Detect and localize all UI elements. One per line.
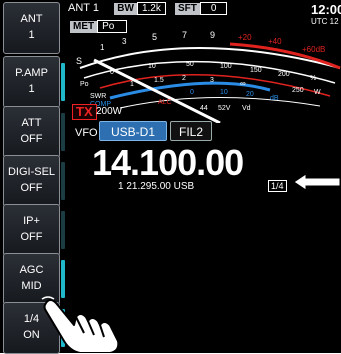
clock-time: 12:00 — [311, 2, 341, 17]
ant-label: ANT — [20, 13, 43, 25]
antenna-status: ANT 1 — [68, 2, 99, 14]
preamp-label: P.AMP — [15, 67, 48, 79]
s-scale-7: 7 — [182, 30, 187, 40]
digi-sel-indicator — [61, 162, 65, 200]
digi-sel-label: DIGI-SEL — [7, 166, 56, 178]
s-scale-1: 1 — [100, 43, 105, 52]
vfo-label: VFO — [75, 127, 98, 139]
comp-scale-db: dB — [270, 95, 279, 102]
swr-scale-infinity: ∞ — [240, 79, 246, 88]
ip-plus-button[interactable]: IP+ OFF — [3, 204, 65, 256]
comp-scale-10: 10 — [220, 89, 228, 96]
digi-sel-button[interactable]: DIGI-SEL OFF — [3, 155, 65, 207]
vd-scale-w: W — [314, 89, 321, 96]
status-row: ANT 1 BW 1.2k SFT 0 — [68, 2, 228, 15]
vd-scale-250: 250 — [292, 87, 304, 94]
bw-tag: BW — [114, 3, 137, 15]
po-scale-100: 100 — [220, 63, 232, 70]
clock-zone: UTC 12 — [311, 17, 339, 26]
po-scale-percent: % — [310, 75, 316, 82]
quarter-indicator-label: 1/4 — [268, 180, 287, 192]
vd-extra-52v: 52V — [218, 105, 231, 112]
comp-scale-0: 0 — [190, 89, 194, 96]
preamp-indicator — [61, 63, 65, 101]
agc-value: MID — [21, 280, 42, 292]
po-scale-200: 200 — [278, 71, 290, 78]
swr-scale-1: 1 — [130, 81, 134, 88]
s-scale-plus60: +60dB — [302, 45, 325, 54]
po-scale-50: 50 — [186, 61, 194, 68]
po-scale-0: 0 — [110, 69, 114, 76]
s-scale-plus40: +40 — [268, 37, 282, 46]
s-scale-label: S — [76, 56, 82, 66]
digi-sel-value: OFF — [20, 182, 43, 194]
preamp-value: 1 — [28, 83, 35, 95]
agc-indicator — [61, 260, 65, 298]
att-indicator — [61, 113, 65, 151]
filter-button[interactable]: FIL2 — [170, 121, 212, 141]
ip-plus-value: OFF — [20, 231, 43, 243]
agc-label: AGC — [19, 264, 44, 276]
preamp-button[interactable]: P.AMP 1 — [3, 56, 65, 108]
swr-scale-3: 3 — [210, 77, 214, 84]
sub-frequency: 1 21.295.00 USB — [118, 181, 195, 192]
swr-scale-2: 2 — [182, 75, 186, 82]
tx-indicator: TX — [72, 104, 97, 120]
mode-button[interactable]: USB-D1 — [99, 121, 167, 141]
s-scale-3: 3 — [122, 37, 127, 46]
ant-value: 1 — [28, 29, 35, 41]
s-scale-5: 5 — [152, 32, 157, 42]
s-scale-9: 9 — [210, 30, 215, 40]
comp-scale-20: 20 — [246, 91, 254, 98]
vd-label: Vd — [242, 105, 251, 112]
alc-label: ALC — [158, 99, 172, 106]
vd-extra-44: 44 — [200, 105, 208, 112]
swr-scale-1-5: 1.5 — [154, 77, 164, 84]
sft-value: 0 — [199, 2, 228, 15]
ip-plus-label: IP+ — [23, 215, 40, 227]
att-button[interactable]: ATT OFF — [3, 106, 65, 158]
po-scale-150: 150 — [250, 67, 262, 74]
radio-screen: ANT 1 P.AMP 1 ATT OFF DIGI-SEL OFF IP+ O… — [0, 0, 341, 354]
s-scale-plus20: +20 — [238, 33, 252, 42]
att-label: ATT — [21, 117, 42, 129]
swr-scale-label: SWR — [90, 93, 106, 100]
main-frequency[interactable]: 14.100.00 — [92, 143, 244, 183]
s-meter-arc — [79, 47, 341, 69]
bw-value: 1.2k — [136, 2, 166, 15]
tx-power: 200W — [96, 106, 123, 117]
ant-button[interactable]: ANT 1 — [3, 2, 60, 54]
ip-plus-indicator — [61, 211, 65, 249]
callout-arrow-icon — [293, 173, 341, 191]
clock: 12:00 UTC 12 — [311, 2, 341, 26]
po-scale-label: Po — [80, 81, 89, 88]
pointing-hand-icon — [41, 296, 120, 353]
sft-tag: SFT — [175, 3, 200, 15]
att-value: OFF — [20, 133, 43, 145]
po-scale-10: 10 — [148, 63, 156, 70]
